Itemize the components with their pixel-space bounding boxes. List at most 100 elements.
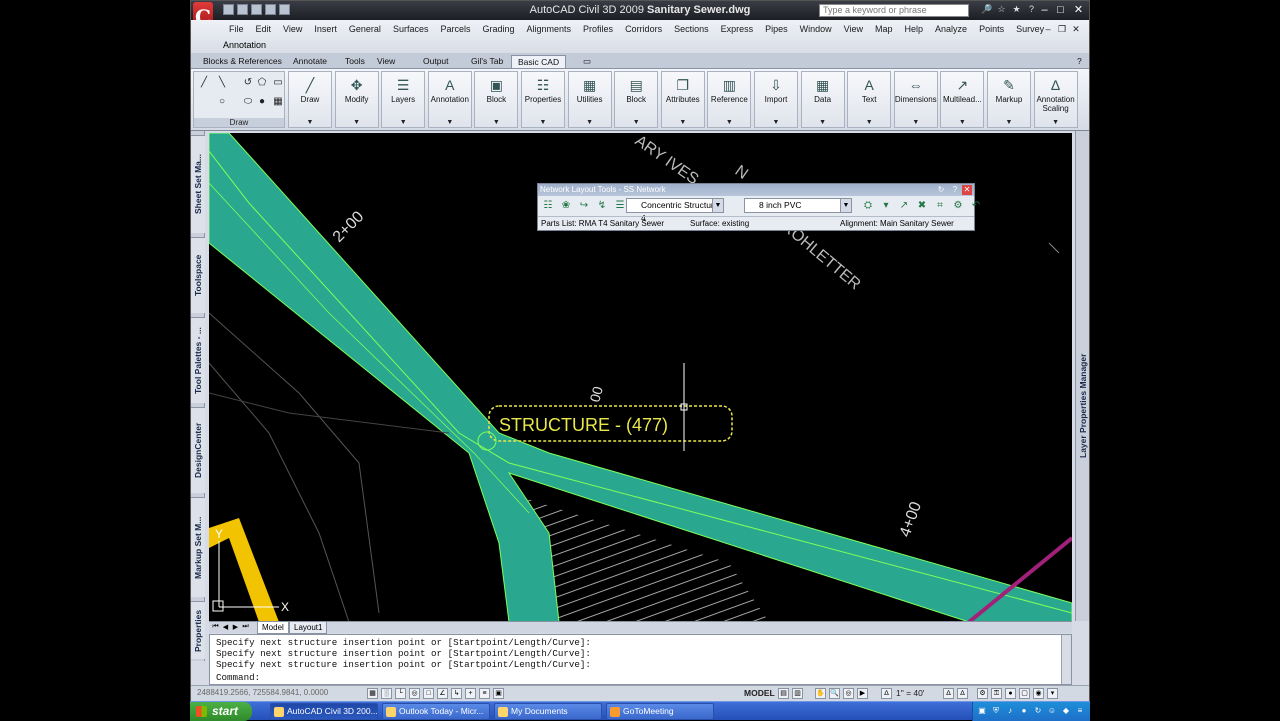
ribbon-button-markup-15[interactable]: ✎ Markup ▼ — [987, 71, 1031, 128]
line-icon[interactable]: ╱ — [198, 77, 210, 89]
ribbon-button-utilities-6[interactable]: ▦ Utilities ▼ — [567, 71, 612, 128]
menu-item-surfaces[interactable]: Surfaces — [387, 23, 435, 35]
tab-tools[interactable]: Tools — [339, 55, 371, 67]
select-surface-icon[interactable]: ↪ — [576, 198, 592, 214]
model-space-toggle[interactable]: MODEL — [744, 688, 775, 698]
ribbon-button-layers-2[interactable]: ☰ Layers ▼ — [381, 71, 426, 128]
chevron-down-icon[interactable]: ▼ — [289, 119, 331, 126]
tab-annotate[interactable]: Annotate — [287, 55, 333, 67]
chevron-down-icon[interactable]: ▼ — [336, 119, 378, 126]
rectangle-icon[interactable]: ▭ — [272, 77, 284, 89]
tab-layout1[interactable]: Layout1 — [289, 622, 328, 634]
menu-item-view[interactable]: View — [838, 23, 869, 35]
menu-item-insert[interactable]: Insert — [308, 23, 343, 35]
doc-minimize-button[interactable]: – — [1043, 24, 1053, 34]
pipe-network-catalog-icon[interactable]: ❀ — [558, 198, 574, 214]
menu-item-pipes[interactable]: Pipes — [759, 23, 794, 35]
menu-item-view[interactable]: View — [277, 23, 308, 35]
ribbon-button-modify-1[interactable]: ✥ Modify ▼ — [334, 71, 379, 128]
qp-toggle-icon[interactable]: ▣ — [493, 688, 504, 699]
tray-chat-icon[interactable]: ☺ — [1047, 706, 1057, 716]
ribbon-button-reference-9[interactable]: ▥ Reference ▼ — [707, 71, 752, 128]
lineweight-toggle-icon[interactable]: ≡ — [479, 688, 490, 699]
tray-sync-icon[interactable]: ↻ — [1033, 706, 1043, 716]
menu-item-help[interactable]: Help — [899, 23, 930, 35]
doc-close-button[interactable]: ✕ — [1071, 24, 1081, 34]
prev-layout-icon[interactable]: ◀ — [221, 623, 230, 631]
tab-output[interactable]: Output — [417, 55, 455, 67]
communication-center-icon[interactable]: ☆ — [996, 4, 1007, 15]
layer-properties-manager-tab[interactable]: Layer Properties Manager — [1076, 341, 1090, 471]
menu-item-analyze[interactable]: Analyze — [929, 23, 973, 35]
annotation-scale-icon[interactable]: ∆ — [881, 688, 892, 699]
polygon-icon[interactable]: ⬠ — [256, 77, 268, 89]
toggle-upslope-icon[interactable]: ↗ — [896, 198, 912, 214]
menu-item-edit[interactable]: Edit — [250, 23, 278, 35]
status-menu-icon[interactable]: ▾ — [1047, 688, 1058, 699]
doc-restore-button[interactable]: ❐ — [1057, 24, 1067, 34]
ribbon-button-properties-5[interactable]: ☷ Properties ▼ — [521, 71, 565, 128]
tray-app-icon[interactable]: ● — [1019, 706, 1029, 716]
coordinate-readout[interactable]: 2488419.2566, 725584.9841, 0.0000 — [197, 688, 328, 697]
minimize-button[interactable]: – — [1037, 3, 1052, 17]
structure-dropdown-icon[interactable]: ▼ — [712, 199, 723, 212]
help-icon[interactable]: ? — [1026, 4, 1037, 15]
pan-icon[interactable]: ✋ — [815, 688, 826, 699]
chevron-down-icon[interactable]: ▼ — [848, 119, 890, 126]
chevron-down-icon[interactable]: ▼ — [662, 119, 704, 126]
tab-basic-cad[interactable]: Basic CAD — [511, 55, 567, 68]
auto-scale-icon[interactable]: ∆ — [957, 688, 968, 699]
menu-item-parcels[interactable]: Parcels — [434, 23, 476, 35]
menu-item-sections[interactable]: Sections — [668, 23, 715, 35]
ribbon-button-block-7[interactable]: ▤ Block ▼ — [614, 71, 659, 128]
chevron-down-icon[interactable]: ▼ — [569, 119, 611, 126]
ribbon-button-import-10[interactable]: ⇩ Import ▼ — [754, 71, 798, 128]
hatch-icon[interactable]: ▦ — [272, 96, 284, 108]
tab-model[interactable]: Model — [257, 622, 289, 634]
ribbon-button-annotation-scaling-16[interactable]: ∆ Annotation Scaling ▼ — [1033, 71, 1078, 128]
circle-icon[interactable]: ○ — [216, 96, 228, 108]
ducs-toggle-icon[interactable]: ↳ — [451, 688, 462, 699]
chevron-down-icon[interactable]: ▼ — [708, 119, 750, 126]
chevron-down-icon[interactable]: ▼ — [755, 119, 797, 126]
pipe-select[interactable]: 8 inch PVC ▼ — [744, 198, 852, 213]
sub-entity-editor-icon[interactable]: ⚙ — [950, 198, 966, 214]
favorites-icon[interactable]: ★ — [1011, 4, 1022, 15]
draw-pipes-structures-icon[interactable]: ⛭ — [860, 198, 876, 214]
last-layout-icon[interactable]: ⏭ — [241, 623, 250, 631]
start-button[interactable]: start — [190, 702, 252, 721]
ellipse-icon[interactable]: ⬭ — [242, 96, 254, 108]
chevron-down-icon[interactable]: ▼ — [1035, 119, 1077, 126]
ribbon-help-icon[interactable]: ? — [1071, 55, 1088, 67]
menu-item-points[interactable]: Points — [973, 23, 1010, 35]
workspace-icon[interactable]: ⚙ — [977, 688, 988, 699]
chevron-down-icon[interactable]: ▼ — [988, 119, 1030, 126]
tray-network-icon[interactable]: ▣ — [977, 706, 987, 716]
pipe-network-vistas-icon[interactable]: ⌗ — [932, 198, 948, 214]
palette-tab-markup-set-m[interactable]: Markup Set M... — [191, 497, 205, 597]
palette-tab-sheet-set-ma[interactable]: Sheet Set Ma... — [191, 135, 205, 233]
ribbon-button-multilead--14[interactable]: ↗ Multilead... ▼ — [940, 71, 985, 128]
structure-label[interactable]: STRUCTURE - (477) — [499, 415, 668, 435]
pipe-dropdown-icon[interactable]: ▼ — [840, 199, 851, 212]
polyline-icon[interactable]: ╲ — [216, 77, 228, 89]
taskbar-autocad[interactable]: AutoCAD Civil 3D 200... — [270, 703, 378, 720]
isolate-icon[interactable]: ● — [1005, 688, 1016, 699]
menu-item-corridors[interactable]: Corridors — [619, 23, 668, 35]
taskbar-outlook[interactable]: Outlook Today - Micr... — [382, 703, 490, 720]
chevron-down-icon[interactable]: ▼ — [475, 119, 517, 126]
next-layout-icon[interactable]: ▶ — [231, 623, 240, 631]
dyn-toggle-icon[interactable]: + — [465, 688, 476, 699]
osnap-toggle-icon[interactable]: □ — [423, 688, 434, 699]
polar-toggle-icon[interactable]: ◎ — [409, 688, 420, 699]
draw-mode-dropdown-icon[interactable]: ▾ — [878, 198, 894, 214]
menu-item-alignments[interactable]: Alignments — [521, 23, 578, 35]
zoom-icon[interactable]: 🔍 — [829, 688, 840, 699]
otrack-toggle-icon[interactable]: ∠ — [437, 688, 448, 699]
chevron-down-icon[interactable]: ▼ — [615, 119, 657, 126]
tab-gil-s-tab[interactable]: Gil's Tab — [465, 55, 509, 67]
ribbon-minimize-icon[interactable]: ▭ — [577, 55, 597, 67]
snap-toggle-icon[interactable]: ▦ — [367, 688, 378, 699]
quick-view-layouts-icon[interactable]: ▤ — [778, 688, 789, 699]
showmotion-icon[interactable]: ▶ — [857, 688, 868, 699]
